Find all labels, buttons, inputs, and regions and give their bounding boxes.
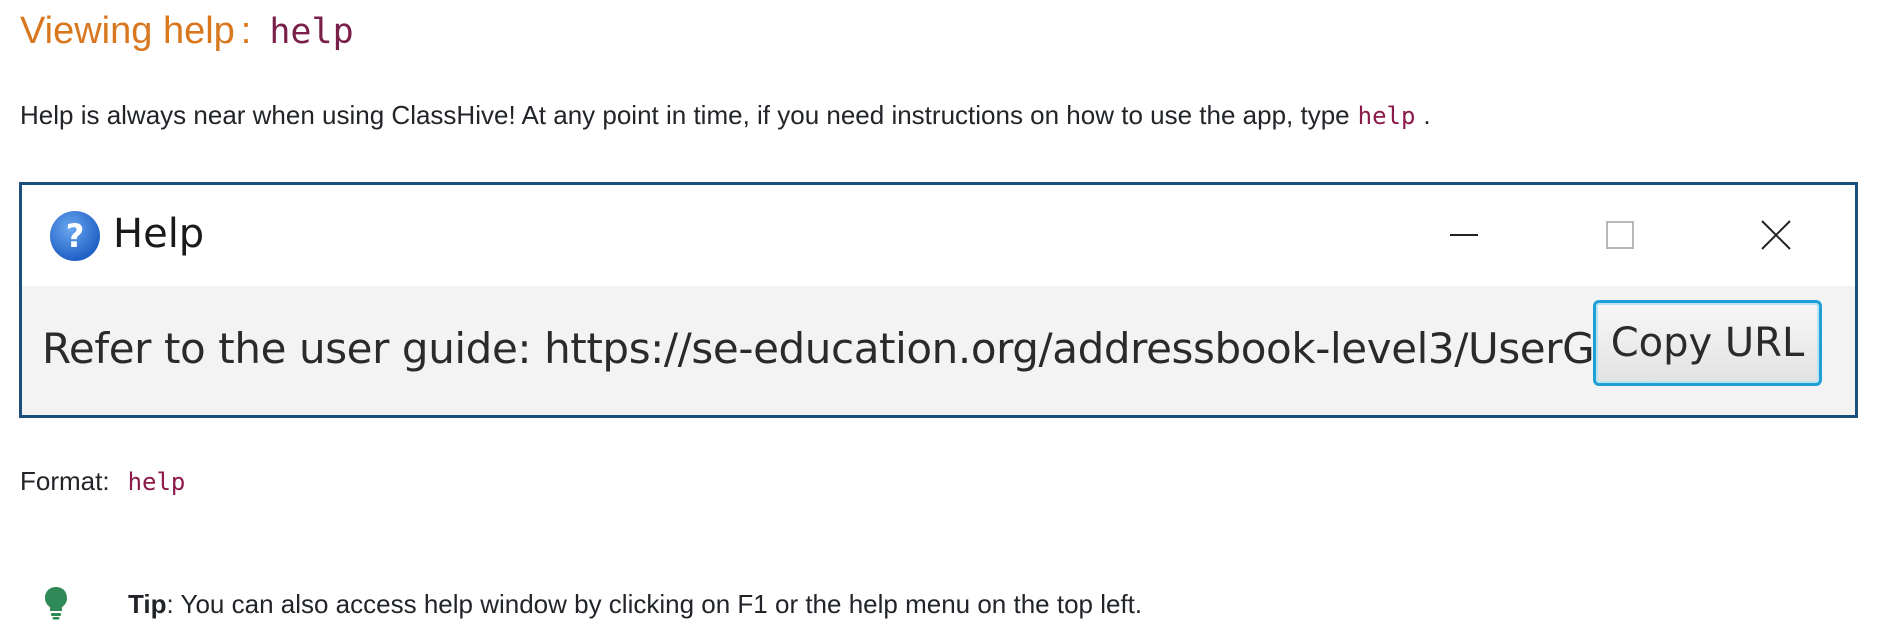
format-line: Format: help xyxy=(20,466,185,497)
heading-command: help xyxy=(269,12,354,52)
copy-url-button[interactable]: Copy URL xyxy=(1593,300,1822,386)
intro-paragraph: Help is always near when using ClassHive… xyxy=(20,100,1431,131)
format-command: help xyxy=(127,468,186,496)
lightbulb-icon xyxy=(44,586,68,620)
help-window-screenshot: ? Help Refer to the user guide: https://… xyxy=(19,182,1858,418)
heading-text: Viewing help xyxy=(20,10,235,52)
svg-text:?: ? xyxy=(66,217,85,255)
minimize-icon[interactable] xyxy=(1434,205,1494,265)
section-heading: Viewing help : help xyxy=(20,10,354,53)
tip-text: Tip: You can also access help window by … xyxy=(128,589,1142,620)
format-label: Format: xyxy=(20,466,110,496)
user-guide-text: Refer to the user guide: https://se-educ… xyxy=(42,324,1791,373)
maximize-icon[interactable] xyxy=(1590,205,1650,265)
window-content: Refer to the user guide: https://se-educ… xyxy=(22,286,1855,415)
tip-label: Tip xyxy=(128,589,167,619)
tip-body: : You can also access help window by cli… xyxy=(166,589,1143,619)
window-title: Help xyxy=(113,211,205,257)
question-mark-icon: ? xyxy=(49,210,101,262)
intro-end: . xyxy=(1423,100,1431,130)
tip-box: Tip: You can also access help window by … xyxy=(0,580,1890,630)
intro-text: Help is always near when using ClassHive… xyxy=(20,100,1350,130)
intro-command: help xyxy=(1357,102,1416,130)
close-icon[interactable] xyxy=(1746,205,1806,265)
window-titlebar: ? Help xyxy=(22,185,1855,286)
heading-separator: : xyxy=(240,10,252,52)
